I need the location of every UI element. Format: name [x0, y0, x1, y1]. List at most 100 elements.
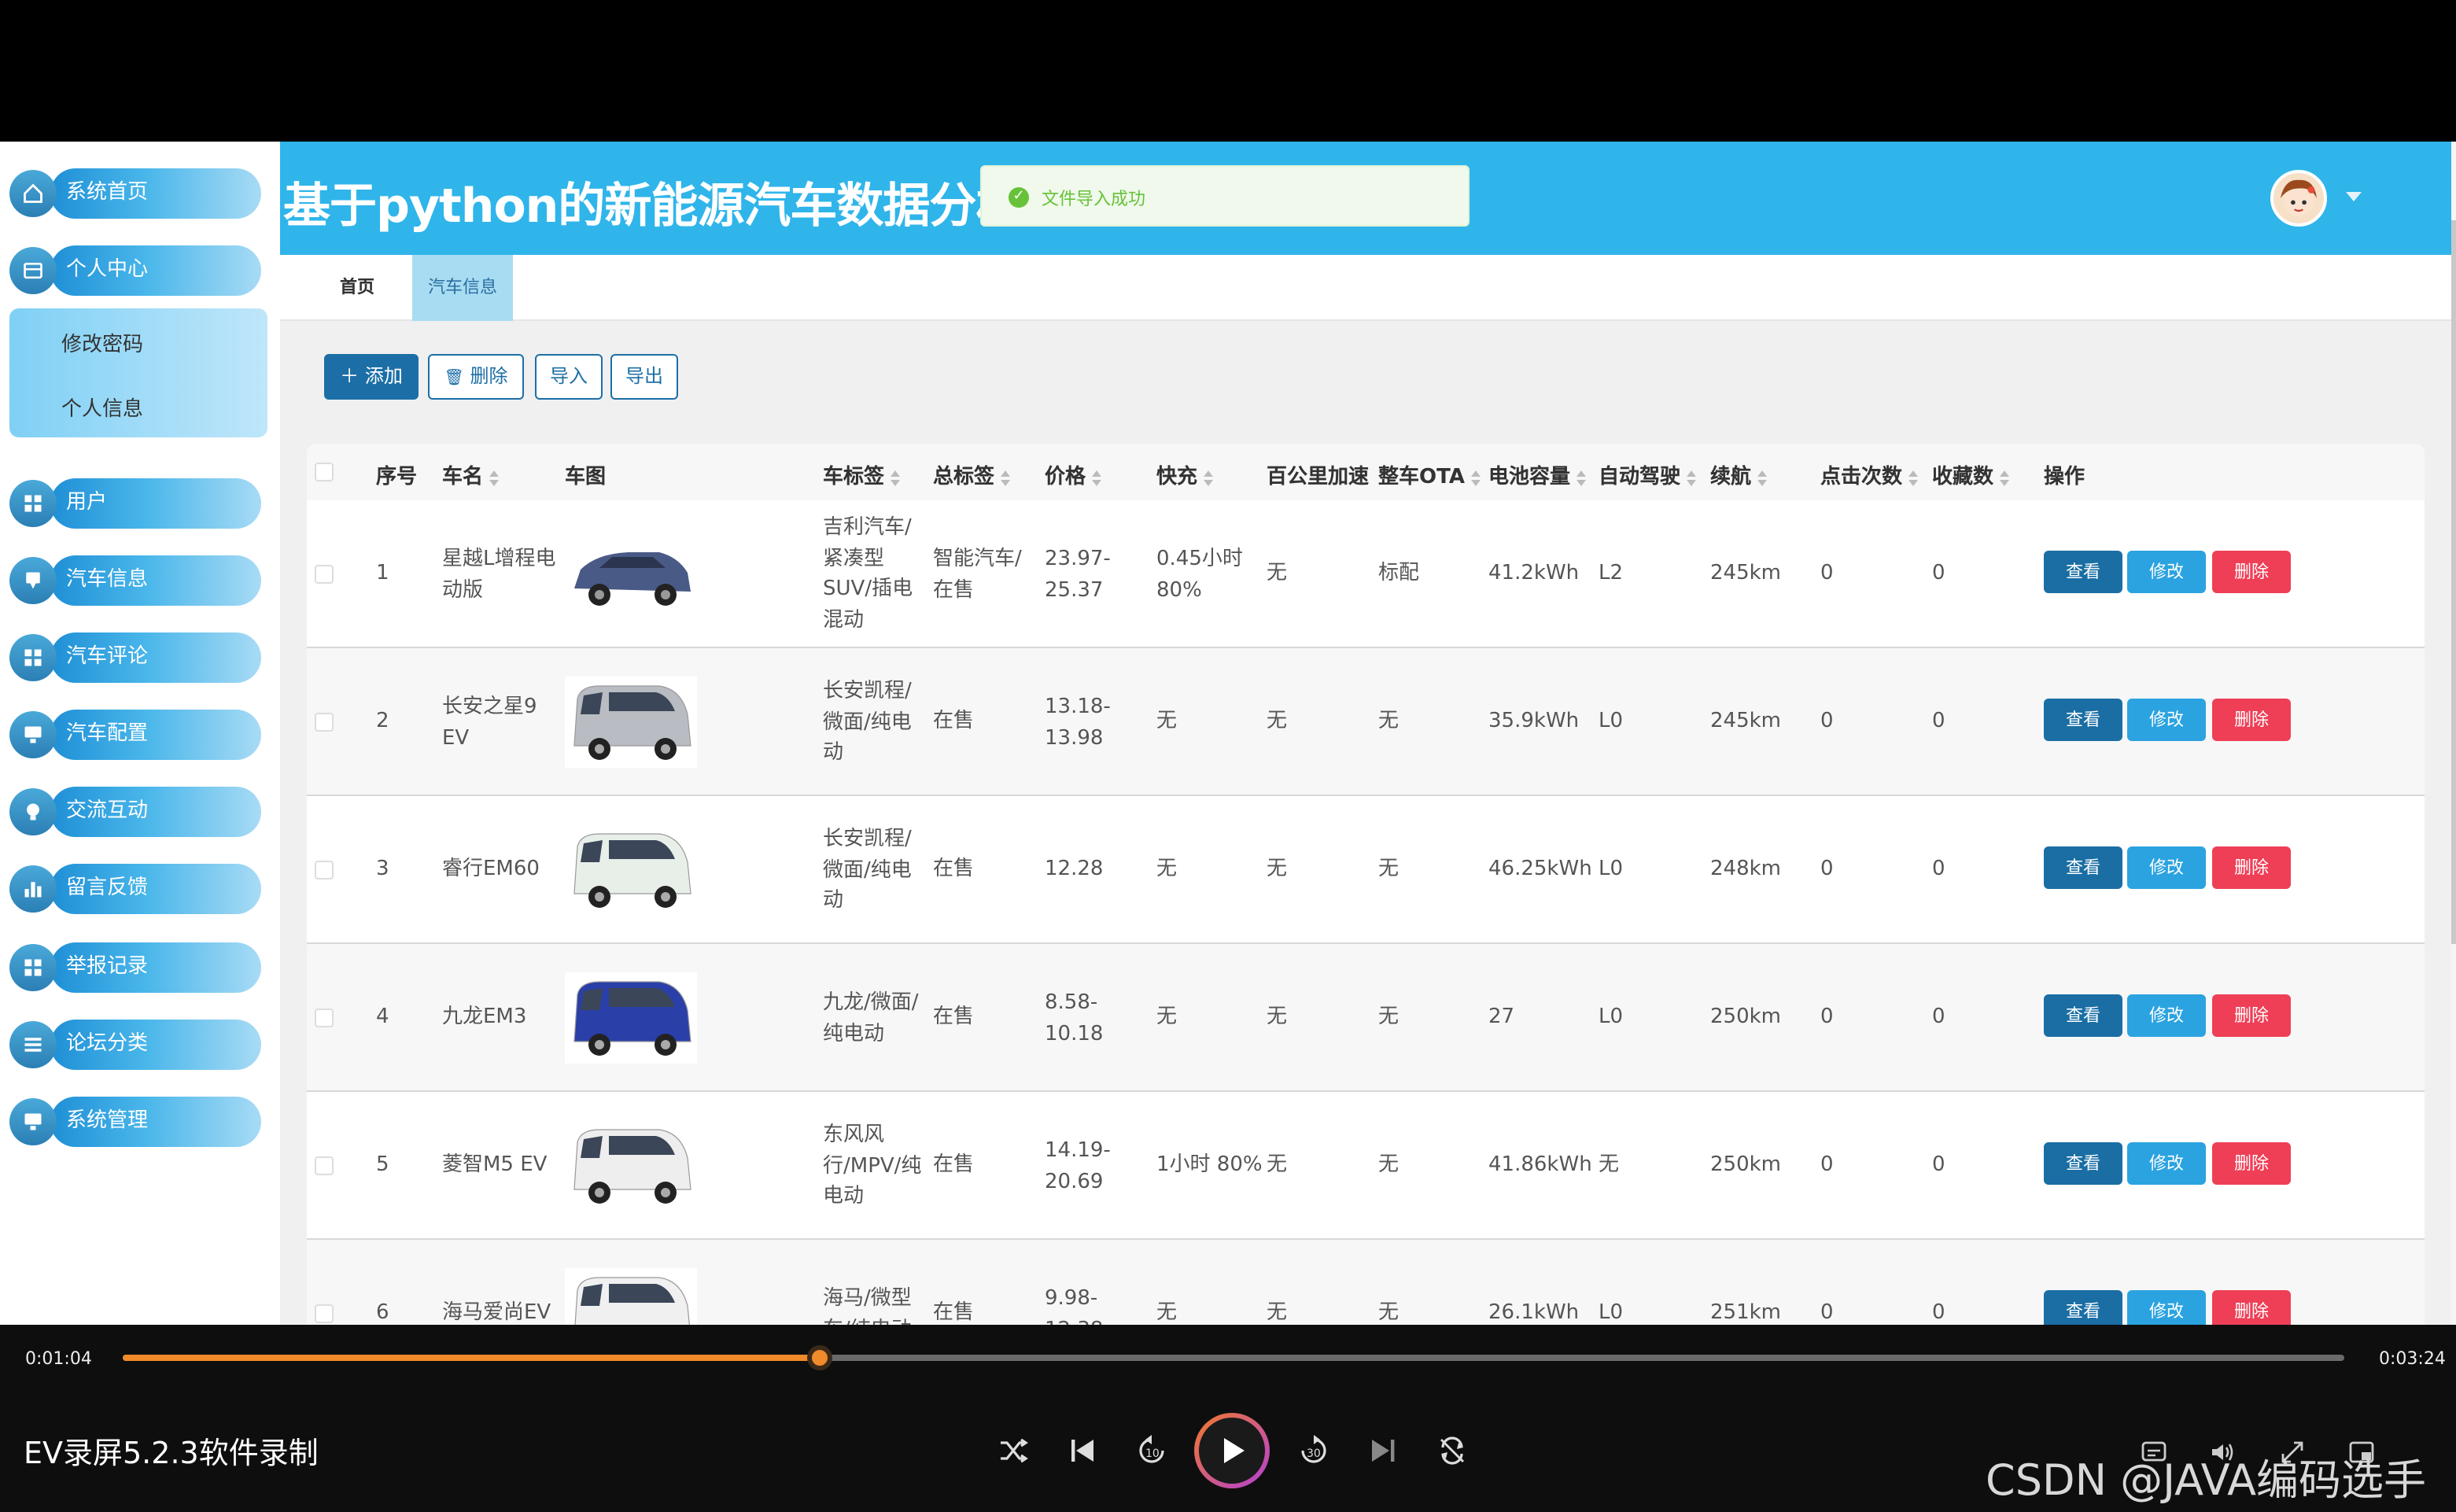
- edit-button[interactable]: 修改: [2127, 994, 2206, 1037]
- cell-favorites: 0: [1932, 562, 1945, 585]
- column-header-price[interactable]: 价格: [1045, 459, 1102, 489]
- cell-index: 1: [376, 562, 389, 585]
- edit-button[interactable]: 修改: [2127, 551, 2206, 593]
- sidebar-item-car-comments[interactable]: 汽车评论: [9, 632, 261, 686]
- remove-button[interactable]: 删除: [2212, 846, 2291, 889]
- cell-autopilot: L0: [1599, 1005, 1624, 1029]
- cell-tag: 东风风行/MPV/纯电动: [823, 1123, 922, 1208]
- scrollbar[interactable]: [2451, 142, 2456, 1325]
- column-header-favorites[interactable]: 收藏数: [1932, 459, 2010, 489]
- column-label: 操作: [2044, 466, 2085, 489]
- sidebar-item-profile-center[interactable]: 个人中心: [9, 245, 261, 299]
- cell-price: 23.97-25.37: [1045, 548, 1111, 602]
- view-button[interactable]: 查看: [2044, 1142, 2122, 1185]
- tab-home[interactable]: 首页: [324, 255, 390, 321]
- view-button[interactable]: 查看: [2044, 994, 2122, 1037]
- select-all-checkbox[interactable]: [315, 463, 334, 481]
- sidebar-item-feedback[interactable]: 留言反馈: [9, 864, 261, 917]
- submenu-item-change-password[interactable]: 修改密码: [61, 327, 143, 357]
- sort-icon[interactable]: [489, 470, 500, 485]
- sidebar-item-interaction[interactable]: 交流互动: [9, 787, 261, 840]
- column-header-clicks[interactable]: 点击次数: [1820, 459, 1919, 489]
- row-checkbox[interactable]: [315, 1304, 334, 1323]
- avatar[interactable]: [2270, 170, 2327, 227]
- edit-button[interactable]: 修改: [2127, 1142, 2206, 1185]
- tab-car-info[interactable]: 汽车信息: [412, 255, 513, 321]
- video-player-bar: 0:01:04 0:03:24 EV录屏5.2.3软件录制 10 30 CSDN…: [0, 1325, 2456, 1512]
- column-header-autopilot[interactable]: 自动驾驶: [1599, 459, 1697, 489]
- sort-icon[interactable]: [2000, 470, 2010, 485]
- sort-icon[interactable]: [891, 470, 901, 485]
- row-checkbox[interactable]: [315, 861, 334, 880]
- remove-button[interactable]: 删除: [2212, 551, 2291, 593]
- scrollbar-thumb[interactable]: [2451, 220, 2456, 944]
- column-header-name[interactable]: 车名: [442, 459, 500, 489]
- column-label: 收藏数: [1932, 466, 1994, 489]
- delete-button[interactable]: 🗑 删除: [428, 354, 524, 400]
- car-image: [565, 677, 697, 768]
- sort-icon[interactable]: [1757, 470, 1768, 485]
- remove-button[interactable]: 删除: [2212, 1142, 2291, 1185]
- repeat-icon[interactable]: [1436, 1435, 1468, 1466]
- table-row: 6 海马爱尚EV 海马/微型车/纯电动在售 9.98-12.38 无 无 无 26.1kWh L…: [307, 1240, 2425, 1325]
- row-checkbox[interactable]: [315, 713, 334, 732]
- progress-knob[interactable]: [806, 1345, 832, 1370]
- column-label: 百公里加速: [1267, 466, 1370, 489]
- cell-clicks: 0: [1820, 710, 1834, 733]
- remove-button[interactable]: 删除: [2212, 1290, 2291, 1325]
- edit-button[interactable]: 修改: [2127, 699, 2206, 741]
- column-header-tag[interactable]: 车标签: [823, 459, 901, 489]
- view-button[interactable]: 查看: [2044, 846, 2122, 889]
- sidebar-item-forum-category[interactable]: 论坛分类: [9, 1020, 261, 1073]
- row-checkbox[interactable]: [315, 565, 334, 584]
- sort-icon[interactable]: [1470, 470, 1481, 485]
- column-header-battery[interactable]: 电池容量: [1488, 459, 1587, 489]
- grid-icon: [9, 944, 57, 991]
- export-button[interactable]: 导出: [610, 354, 678, 400]
- column-header-ota[interactable]: 整车OTA: [1378, 459, 1481, 489]
- column-header-range[interactable]: 续航: [1710, 459, 1768, 489]
- submenu-item-personal-info[interactable]: 个人信息: [61, 392, 143, 422]
- sort-icon[interactable]: [1204, 470, 1214, 485]
- view-button[interactable]: 查看: [2044, 1290, 2122, 1325]
- caret-down-icon[interactable]: [2346, 192, 2362, 201]
- view-button[interactable]: 查看: [2044, 551, 2122, 593]
- import-button[interactable]: 导入: [535, 354, 603, 400]
- cell-battery: 41.2kWh: [1488, 562, 1580, 585]
- sidebar-item-label: 系统首页: [50, 168, 261, 219]
- column-header-total-tag[interactable]: 总标签: [933, 459, 1011, 489]
- remove-button[interactable]: 删除: [2212, 699, 2291, 741]
- sort-icon[interactable]: [1687, 470, 1697, 485]
- remove-button[interactable]: 删除: [2212, 994, 2291, 1037]
- forward-30-icon[interactable]: 30: [1298, 1435, 1329, 1466]
- sidebar-item-label: 用户: [50, 478, 261, 529]
- play-button[interactable]: [1194, 1413, 1270, 1488]
- edit-button[interactable]: 修改: [2127, 846, 2206, 889]
- sidebar-item-car-config[interactable]: 汽车配置: [9, 710, 261, 763]
- edit-button[interactable]: 修改: [2127, 1290, 2206, 1325]
- cell-battery: 41.86kWh: [1488, 1153, 1592, 1177]
- view-button[interactable]: 查看: [2044, 699, 2122, 741]
- sidebar-item-home[interactable]: 系统首页: [9, 168, 261, 222]
- add-button[interactable]: ＋ 添加: [324, 354, 419, 400]
- sort-icon[interactable]: [1001, 470, 1011, 485]
- row-checkbox[interactable]: [315, 1156, 334, 1175]
- progress-track[interactable]: [123, 1345, 2344, 1370]
- row-checkbox[interactable]: [315, 1009, 334, 1027]
- column-header-actions: 操作: [2044, 459, 2085, 489]
- sort-icon[interactable]: [1576, 470, 1587, 485]
- shuffle-icon[interactable]: [998, 1435, 1029, 1466]
- sidebar-item-system-admin[interactable]: 系统管理: [9, 1097, 261, 1150]
- cell-price: 14.19-20.69: [1045, 1139, 1111, 1193]
- sidebar-item-users[interactable]: 用户: [9, 478, 261, 532]
- sort-icon[interactable]: [1092, 470, 1102, 485]
- next-icon[interactable]: [1367, 1435, 1399, 1466]
- rewind-10-icon[interactable]: 10: [1136, 1435, 1167, 1466]
- sidebar-item-reports[interactable]: 举报记录: [9, 942, 261, 996]
- column-header-fast-charge[interactable]: 快充: [1156, 459, 1214, 489]
- previous-icon[interactable]: [1067, 1435, 1098, 1466]
- sidebar-item-car-info[interactable]: 汽车信息: [9, 555, 261, 609]
- cell-name: 海马爱尚EV: [442, 1301, 551, 1325]
- sidebar: 系统首页个人中心用户汽车信息汽车评论汽车配置交流互动留言反馈举报记录论坛分类系统…: [0, 142, 280, 1325]
- sort-icon[interactable]: [1908, 470, 1919, 485]
